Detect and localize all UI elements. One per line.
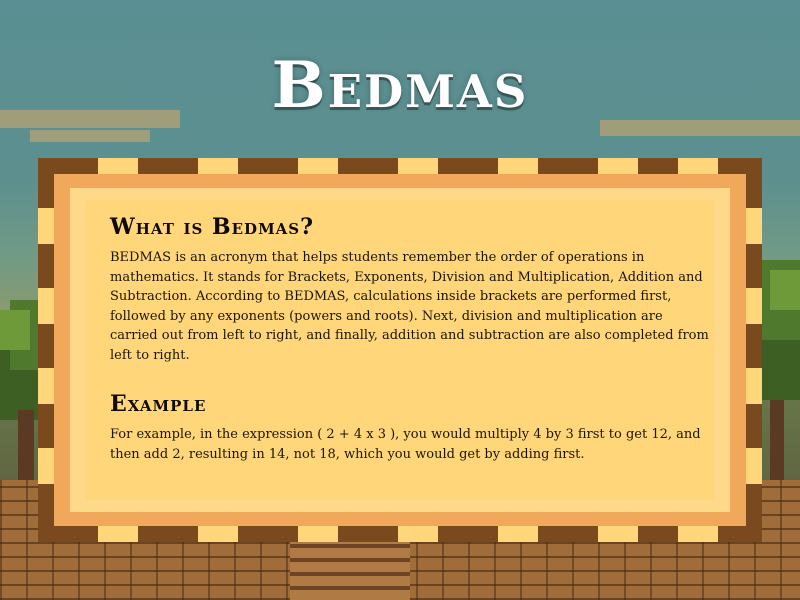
tree-trunk	[18, 410, 34, 480]
page-title: Bedmas	[271, 48, 529, 123]
frame-notch	[398, 526, 438, 542]
frame-notch	[746, 368, 762, 404]
frame-notch	[498, 526, 538, 542]
section-heading-example: Example	[110, 391, 207, 417]
frame-notch	[38, 288, 54, 324]
frame-notch	[498, 158, 538, 174]
frame-notch	[746, 288, 762, 324]
game-scene-background: Bedmas What is Bedmas? BEDMAS is an acro…	[0, 0, 800, 600]
tree	[770, 270, 800, 310]
frame-notch	[38, 368, 54, 404]
frame-notch	[38, 208, 54, 244]
frame-notch	[98, 158, 138, 174]
frame-notch	[298, 526, 338, 542]
info-panel-content: What is Bedmas? BEDMAS is an acronym tha…	[110, 214, 710, 464]
frame-notch	[398, 158, 438, 174]
frame-notch	[198, 158, 238, 174]
frame-notch	[98, 526, 138, 542]
frame-notch	[198, 526, 238, 542]
frame-notch	[598, 526, 638, 542]
frame-notch	[746, 448, 762, 484]
cloud	[30, 130, 150, 142]
section-heading-what-is: What is Bedmas?	[110, 214, 315, 240]
frame-notch	[678, 526, 718, 542]
tree	[0, 310, 30, 350]
frame-notch	[38, 448, 54, 484]
tree-trunk	[770, 400, 784, 480]
frame-notch	[298, 158, 338, 174]
section-body-what-is: BEDMAS is an acronym that helps students…	[110, 250, 709, 363]
frame-notch	[598, 158, 638, 174]
frame-notch	[746, 208, 762, 244]
frame-notch	[678, 158, 718, 174]
section-body-example: For example, in the expression ( 2 + 4 x…	[110, 427, 701, 462]
